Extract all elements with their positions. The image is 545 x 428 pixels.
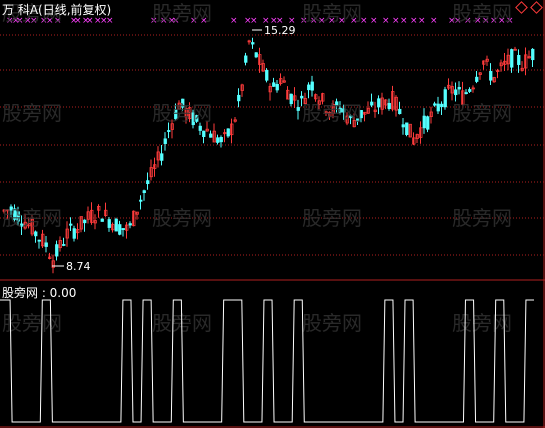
candle-body	[219, 137, 223, 143]
candle-body	[237, 94, 241, 102]
candle-body	[405, 122, 409, 136]
watermark: 股旁网	[152, 101, 212, 125]
watermark: 股旁网	[302, 101, 362, 125]
watermark: 股旁网	[302, 206, 362, 230]
candle-body	[163, 138, 167, 144]
marker-x: ×	[410, 16, 418, 26]
candle-body	[160, 153, 164, 161]
candle-body	[307, 84, 311, 91]
candle-body	[275, 83, 279, 91]
watermark: 股旁网	[452, 311, 512, 335]
candle-body	[517, 54, 521, 65]
marker-x: ×	[230, 16, 238, 26]
candle-body	[398, 108, 402, 115]
candle-body	[114, 218, 118, 232]
stock-chart[interactable]: ××× ×× ×× × ×× ×× ××× × × ×× × × × ×× × ×× × × × × × × × × × × × × ×…	[0, 0, 545, 428]
marker-x: ×	[400, 16, 408, 26]
marker-x: ×	[382, 16, 390, 26]
candle-body	[531, 48, 535, 61]
candle-body	[139, 199, 143, 202]
candle-body	[422, 115, 426, 129]
candle-body	[457, 87, 461, 90]
candle-body	[433, 103, 437, 106]
candle-body	[44, 242, 48, 247]
high-label: 15.29	[264, 24, 296, 37]
candle-body	[216, 137, 220, 143]
candle-body	[310, 81, 314, 91]
chart-title: 万 科A(日线,前复权)	[2, 3, 112, 17]
candle-body	[464, 92, 468, 95]
low-label: 8.74	[66, 260, 91, 273]
watermark: 股旁网	[302, 311, 362, 335]
candle-body	[489, 70, 493, 81]
candle-body	[198, 125, 202, 131]
marker-x: ×	[370, 16, 378, 26]
candle-body	[146, 180, 150, 185]
candle-body	[387, 102, 391, 110]
candle-body	[121, 228, 125, 231]
marker-x: ×	[250, 16, 258, 26]
candle-body	[209, 133, 213, 138]
candle-body	[468, 89, 472, 92]
candle-body	[142, 190, 146, 194]
candle-body	[443, 89, 447, 108]
candle-body	[37, 239, 41, 242]
candle-body	[69, 223, 73, 226]
candle-body	[251, 42, 255, 45]
candle-body	[55, 244, 59, 257]
candle-body	[202, 130, 206, 137]
candle-body	[107, 219, 111, 228]
candle-body	[100, 218, 104, 222]
candle-body	[128, 223, 132, 226]
watermark: 股旁网	[302, 1, 362, 25]
watermark: 股旁网	[152, 1, 212, 25]
watermark: 股旁网	[152, 206, 212, 230]
watermark: 股旁网	[452, 1, 512, 25]
candle-body	[440, 103, 444, 108]
candle-body	[34, 231, 38, 237]
candle-body	[167, 130, 171, 132]
watermark: 股旁网	[2, 206, 62, 230]
candle-body	[475, 76, 479, 82]
candle-body	[401, 124, 405, 128]
candle-body	[265, 69, 269, 81]
marker-x: ×	[430, 16, 438, 26]
marker-x: ×	[392, 16, 400, 26]
candle-body	[370, 101, 374, 106]
candle-body	[226, 128, 230, 137]
candle-body	[244, 55, 248, 63]
candle-body	[118, 224, 122, 235]
candle-body	[83, 219, 87, 224]
candle-body	[272, 82, 276, 87]
watermark: 股旁网	[452, 101, 512, 125]
watermark: 股旁网	[2, 101, 62, 125]
candle-body	[254, 52, 258, 58]
marker-x: ×	[418, 16, 426, 26]
indicator-label: 股旁网 : 0.00	[2, 286, 77, 300]
candle-body	[72, 228, 76, 239]
candle-body	[426, 116, 430, 130]
candle-body	[289, 93, 293, 105]
candle-body	[62, 244, 66, 246]
candle-body	[300, 95, 304, 99]
candle-body	[436, 103, 440, 112]
candle-body	[510, 49, 514, 68]
candle-body	[454, 89, 458, 96]
candle-body	[377, 98, 381, 108]
candle-body	[296, 107, 300, 111]
watermark: 股旁网	[452, 206, 512, 230]
